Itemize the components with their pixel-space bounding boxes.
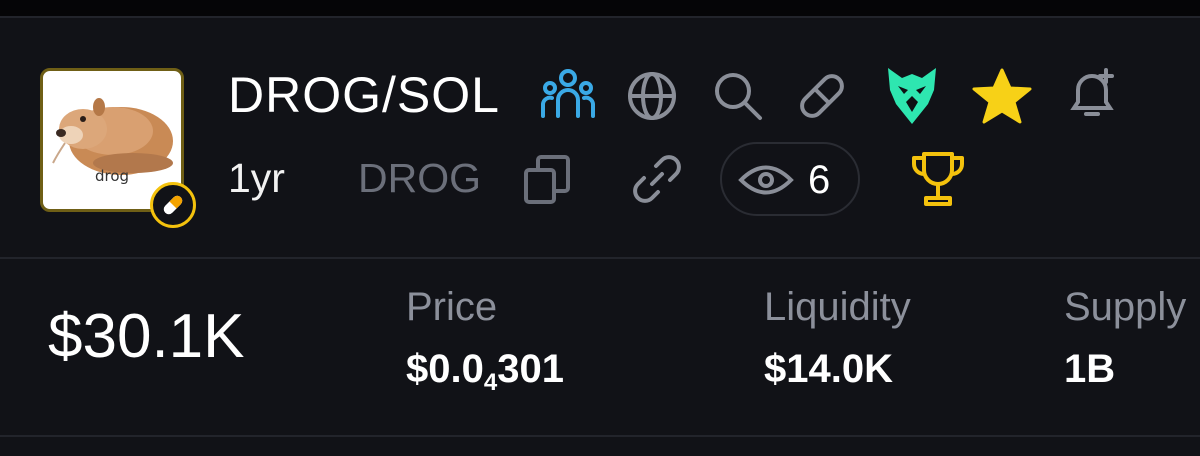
eagle-icon[interactable] — [884, 64, 940, 126]
globe-icon[interactable] — [626, 70, 678, 122]
section-divider — [0, 257, 1200, 259]
trophy-icon[interactable] — [908, 148, 968, 208]
token-symbol: DROG — [358, 155, 481, 201]
token-age: 1yr — [228, 155, 285, 201]
price-value: $0.04301 — [406, 344, 564, 408]
avatar-caption: drog — [95, 167, 130, 185]
star-icon[interactable] — [972, 68, 1032, 124]
bottom-divider — [0, 435, 1200, 437]
market-cap-value: $30.1K — [48, 302, 245, 371]
pill-badge[interactable] — [150, 182, 196, 228]
token-header-panel: drog DROG/SOL 1yr DROG 6 $30.1K Price $0… — [0, 0, 1200, 456]
price-zero-count: 4 — [483, 369, 498, 396]
pair-name: DROG/SOL — [228, 67, 500, 123]
eye-icon — [738, 163, 794, 197]
supply-value: 1B — [1064, 347, 1116, 391]
pill-badge-icon — [163, 195, 183, 215]
liquidity-value: $14.0K — [764, 347, 893, 391]
supply-label: Supply — [1064, 285, 1187, 329]
liquidity-label: Liquidity — [764, 285, 911, 329]
watchers-pill[interactable]: 6 — [720, 142, 860, 216]
link-icon[interactable] — [630, 152, 684, 206]
search-icon[interactable] — [712, 70, 764, 122]
community-icon[interactable] — [540, 68, 596, 120]
bell-plus-icon[interactable] — [1062, 64, 1122, 124]
price-digits: 301 — [497, 347, 564, 391]
top-strip — [0, 0, 1200, 18]
watchers-count: 6 — [808, 158, 831, 202]
copy-icon[interactable] — [522, 154, 572, 206]
price-label: Price — [406, 285, 498, 329]
pill-icon[interactable] — [794, 70, 850, 122]
price-prefix: $0.0 — [406, 347, 484, 391]
